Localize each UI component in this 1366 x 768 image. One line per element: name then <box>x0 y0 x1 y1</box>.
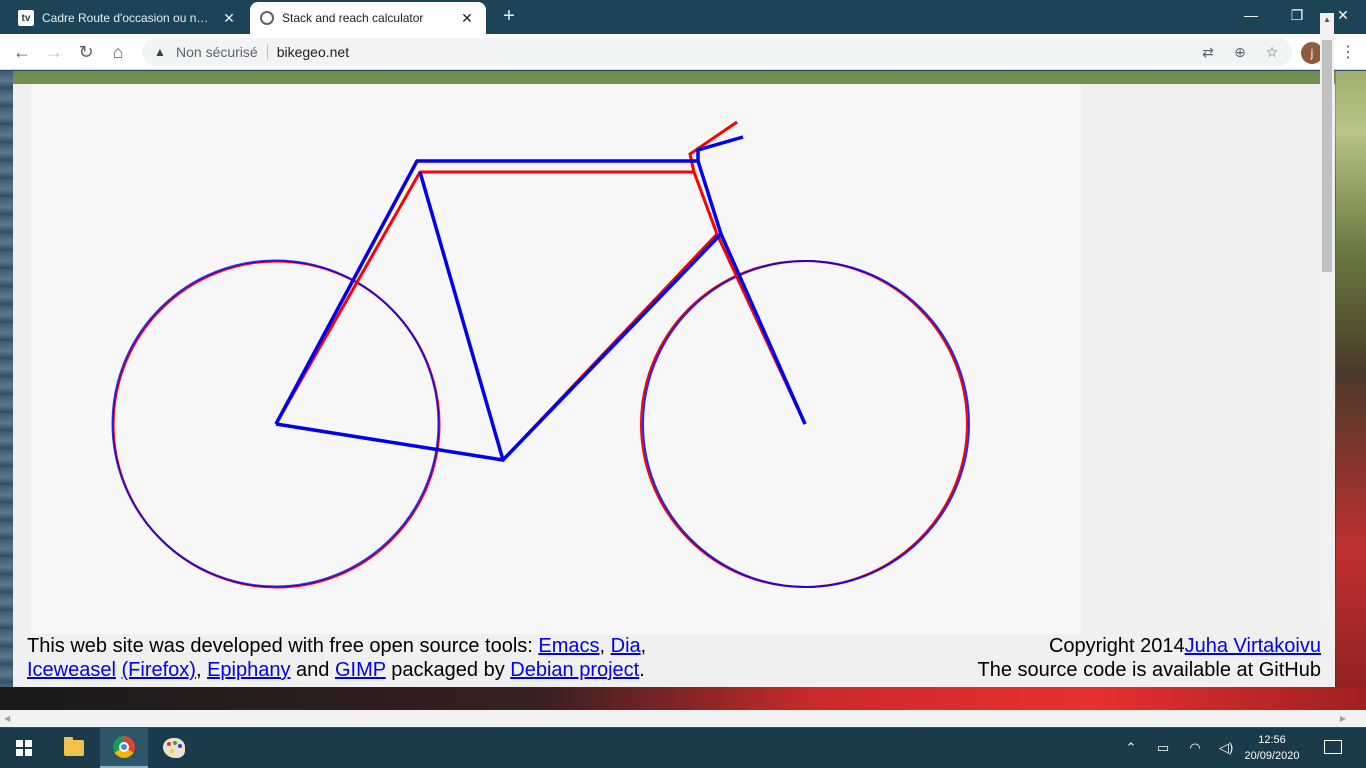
epiphany-link[interactable]: Epiphany <box>207 659 290 681</box>
footer-text: , <box>195 659 208 681</box>
clock-time: 12:56 <box>1258 734 1286 746</box>
restore-button[interactable]: ❐ <box>1274 0 1320 30</box>
frame-blue <box>275 422 504 462</box>
debian-link[interactable]: Debian project <box>510 659 639 681</box>
footer-text: This web site was developed with free op… <box>27 635 539 657</box>
minimize-button[interactable]: — <box>1228 0 1274 30</box>
browser-toolbar: ← → ↻ ⌂ ▲ Non sécurisé bikegeo.net ⇄ ⊕ ☆… <box>0 34 1366 70</box>
page-viewport: This web site was developed with free op… <box>0 71 1366 727</box>
footer-text: and <box>290 659 335 681</box>
footer-copyright: Copyright 2014Juha Virtakoivu The source… <box>977 634 1321 682</box>
footer-credits: This web site was developed with free op… <box>27 634 646 682</box>
footer-text: , <box>599 635 611 657</box>
file-explorer-button[interactable] <box>50 728 98 768</box>
copyright-text: Copyright 2014 <box>1048 635 1185 657</box>
security-label[interactable]: Non sécurisé <box>176 44 258 60</box>
reload-button[interactable]: ↻ <box>74 40 98 64</box>
url-text[interactable]: bikegeo.net <box>277 44 349 60</box>
wifi-icon[interactable]: ◠ <box>1184 728 1206 768</box>
vertical-scrollbar[interactable]: ▲ <box>1320 13 1334 628</box>
footer-text: , <box>640 635 647 657</box>
warning-icon[interactable]: ▲ <box>152 45 168 59</box>
tab-cadre-route[interactable]: tv Cadre Route d'occasion ou neuf - ✕ <box>8 2 248 34</box>
tab-title: Stack and reach calculator <box>282 11 424 25</box>
frame-red <box>274 170 719 462</box>
system-clock[interactable]: 12:56 20/09/2020 <box>1240 732 1304 764</box>
windows-taskbar: ⌃ ▭ ◠ ◁) 12:56 20/09/2020 <box>0 728 1366 768</box>
scroll-left-icon[interactable]: ◀ <box>4 710 10 727</box>
footer-text: packaged by <box>385 659 511 681</box>
translate-icon[interactable]: ⇄ <box>1198 42 1218 62</box>
home-button[interactable]: ⌂ <box>106 40 130 64</box>
volume-icon[interactable]: ◁) <box>1214 728 1238 768</box>
chrome-taskbar-button[interactable] <box>100 728 148 768</box>
author-link[interactable]: Juha Virtakoivu <box>1185 635 1321 657</box>
notification-icon[interactable] <box>1320 736 1344 760</box>
start-button[interactable] <box>0 728 48 768</box>
folder-icon <box>64 737 84 756</box>
scroll-right-icon[interactable]: ▶ <box>1340 710 1346 727</box>
frame-blue <box>274 159 723 462</box>
scrollbar-thumb[interactable] <box>1322 40 1332 272</box>
horizontal-scrollbar[interactable]: ◀ ▶ <box>0 710 1366 727</box>
paint-palette-icon <box>163 738 185 758</box>
paint-taskbar-button[interactable] <box>150 728 198 768</box>
back-button[interactable]: ← <box>10 40 34 64</box>
page-footer: This web site was developed with free op… <box>13 634 1335 687</box>
globe-favicon-icon <box>260 11 274 25</box>
iceweasel-link[interactable]: Iceweasel <box>27 659 116 681</box>
omnibox-separator <box>266 44 268 60</box>
tab-title: Cadre Route d'occasion ou neuf - <box>42 11 214 25</box>
background-photo <box>1336 71 1366 727</box>
source-code-text: The source code is available at GitHub <box>977 659 1321 681</box>
stem-blue <box>696 135 744 161</box>
address-bar[interactable]: ▲ Non sécurisé bikegeo.net <box>142 38 1292 66</box>
close-tab-icon[interactable]: ✕ <box>458 10 476 27</box>
forward-button[interactable]: → <box>42 40 66 64</box>
dia-link[interactable]: Dia <box>611 635 641 657</box>
background-photo <box>0 71 13 727</box>
tv-favicon-icon: tv <box>18 10 34 26</box>
page-content: This web site was developed with free op… <box>13 84 1335 687</box>
bike-drawing <box>111 120 970 589</box>
battery-icon[interactable]: ▭ <box>1152 728 1174 768</box>
clock-date: 20/09/2020 <box>1244 750 1300 762</box>
zoom-icon[interactable]: ⊕ <box>1230 42 1250 62</box>
star-icon[interactable]: ☆ <box>1262 42 1282 62</box>
emacs-link[interactable]: Emacs <box>538 635 599 657</box>
windows-logo-icon <box>16 740 32 756</box>
tab-stack-reach[interactable]: Stack and reach calculator ✕ <box>250 2 486 34</box>
footer-text: . <box>639 659 645 681</box>
new-tab-button[interactable]: + <box>498 6 520 28</box>
close-tab-icon[interactable]: ✕ <box>220 10 238 27</box>
tray-chevron-icon[interactable]: ⌃ <box>1120 728 1142 768</box>
gimp-link[interactable]: GIMP <box>335 659 386 681</box>
scroll-up-icon[interactable]: ▲ <box>1320 13 1334 27</box>
tab-strip: tv Cadre Route d'occasion ou neuf - ✕ St… <box>0 0 1366 34</box>
firefox-link[interactable]: (Firefox) <box>122 659 196 681</box>
bike-geometry-canvas <box>31 84 1081 634</box>
menu-icon[interactable]: ⋮ <box>1340 42 1356 64</box>
chrome-icon <box>113 736 135 758</box>
